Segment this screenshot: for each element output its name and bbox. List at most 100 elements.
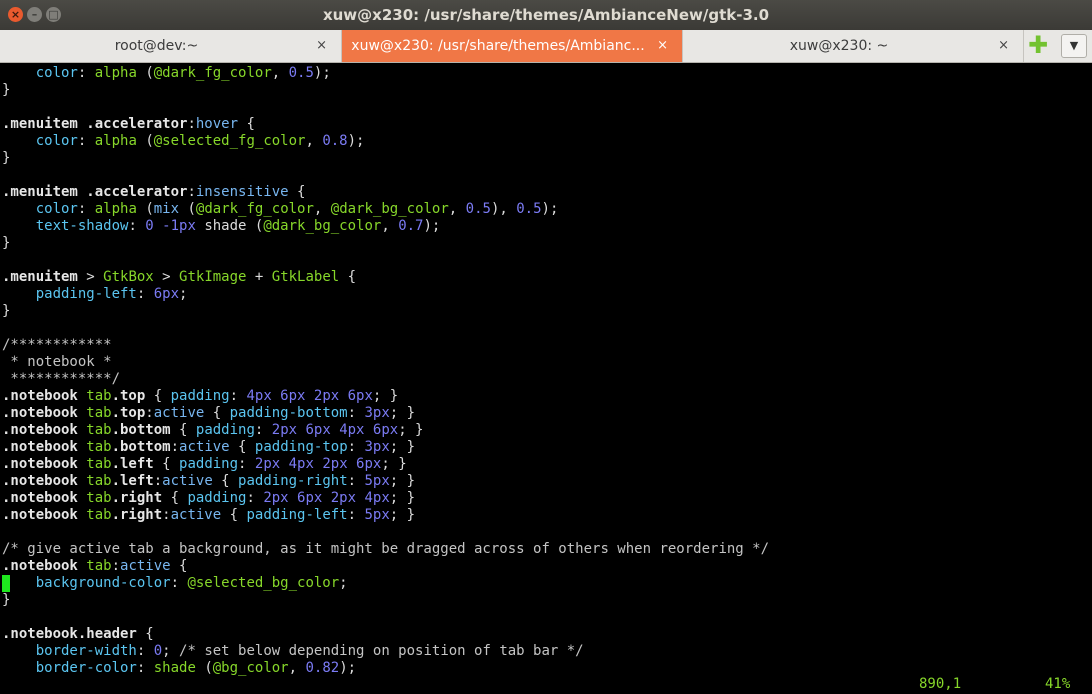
- code-token: padding: [195, 422, 255, 438]
- code-token: .bottom: [111, 422, 171, 438]
- code-token: shade (: [195, 218, 264, 234]
- code-token: 4px 6px 2px 6px: [246, 388, 373, 404]
- tab-root-dev[interactable]: root@dev:~ ×: [0, 30, 342, 62]
- tab-close-icon[interactable]: ×: [998, 30, 1009, 62]
- code-token: );: [313, 65, 331, 81]
- code-token: ,: [313, 201, 331, 217]
- code-line: .notebook tab.left { padding: 2px 4px 2p…: [2, 456, 407, 473]
- code-token: :: [128, 218, 146, 234]
- code-token: tab: [77, 473, 112, 489]
- code-token: }: [2, 82, 11, 98]
- code-token: active: [120, 558, 171, 574]
- code-token: GtkImage: [179, 269, 247, 285]
- code-token: @dark_fg_color: [153, 65, 272, 81]
- code-token: :: [170, 575, 188, 591]
- code-token: ************/: [2, 371, 121, 387]
- code-token: 3px: [364, 405, 390, 421]
- code-token: :: [111, 558, 121, 574]
- code-token: :: [229, 388, 247, 404]
- tab-menu-chevron-down-icon[interactable]: ▼: [1061, 34, 1087, 58]
- code-token: :: [77, 65, 95, 81]
- code-token: ; }: [389, 473, 416, 489]
- code-token: .notebook: [2, 388, 78, 404]
- code-token: ; }: [389, 490, 416, 506]
- code-line: .notebook tab.top { padding: 4px 6px 2px…: [2, 388, 398, 405]
- code-token: :: [153, 473, 163, 489]
- code-token: >: [77, 269, 104, 285]
- code-token: .menuitem .accelerator: [2, 184, 188, 200]
- tab-label: root@dev:~: [114, 38, 199, 54]
- code-token: .notebook.header: [2, 626, 137, 642]
- code-token: .notebook: [2, 439, 78, 455]
- code-token: (: [136, 201, 154, 217]
- code-token: padding: [170, 388, 230, 404]
- code-token: background-color: [35, 575, 171, 591]
- code-line: }: [2, 303, 10, 320]
- code-token: }: [2, 235, 11, 251]
- code-token: padding-bottom: [229, 405, 348, 421]
- code-line: }: [2, 150, 10, 167]
- code-token: }: [2, 592, 11, 608]
- code-token: (: [179, 201, 196, 217]
- code-token: .notebook: [2, 558, 78, 574]
- code-token: .right: [111, 490, 163, 506]
- code-line: color: alpha (@selected_fg_color, 0.8);: [2, 133, 365, 150]
- code-token: :: [145, 405, 154, 421]
- code-token: tab: [77, 490, 112, 506]
- code-token: {: [238, 116, 255, 132]
- code-token: }: [2, 150, 11, 166]
- code-token: (: [136, 133, 154, 149]
- code-token: .menuitem .accelerator: [2, 116, 188, 132]
- code-token: border-width: [35, 643, 137, 659]
- code-line: background-color: @selected_bg_color;: [2, 575, 348, 592]
- code-token: ; }: [389, 507, 416, 523]
- code-token: 0.82: [305, 660, 340, 676]
- code-token: .right: [111, 507, 163, 523]
- code-line: .notebook tab.bottom { padding: 2px 6px …: [2, 422, 424, 439]
- code-token: alpha: [94, 201, 137, 217]
- code-token: padding-left: [246, 507, 348, 523]
- code-token: .left: [111, 456, 154, 472]
- cursor-position: 890,1: [919, 676, 962, 692]
- code-token: ,: [305, 133, 323, 149]
- code-token: ,: [448, 201, 466, 217]
- code-token: {: [212, 473, 239, 489]
- code-token: ;: [179, 286, 188, 302]
- code-token: color: [35, 201, 78, 217]
- tab-close-icon[interactable]: ×: [657, 30, 668, 62]
- code-token: :: [77, 133, 95, 149]
- tab-label: xuw@x230: ~: [789, 38, 889, 54]
- code-token: 0.5: [516, 201, 542, 217]
- code-token: {: [204, 405, 230, 421]
- code-token: ; }: [389, 405, 416, 421]
- tab-close-icon[interactable]: ×: [316, 30, 327, 62]
- code-token: -1px: [162, 218, 196, 234]
- code-token: 2px 6px 4px 6px: [271, 422, 399, 438]
- new-tab-plus-icon[interactable]: ✚: [1026, 33, 1050, 58]
- code-token: {: [221, 507, 247, 523]
- window-title: xuw@x230: /usr/share/themes/AmbianceNew/…: [322, 6, 770, 24]
- code-token: 6px: [153, 286, 180, 302]
- code-token: ; }: [389, 439, 416, 455]
- code-token: border-color: [35, 660, 137, 676]
- code-token: 0: [145, 218, 154, 234]
- tab-home[interactable]: xuw@x230: ~ ×: [683, 30, 1024, 62]
- code-token: alpha: [94, 133, 137, 149]
- code-token: :: [246, 490, 264, 506]
- code-token: active: [179, 439, 230, 455]
- code-token: :: [187, 116, 196, 132]
- code-line: .notebook tab:active {: [2, 558, 187, 575]
- code-token: /* set below depending on position of ta…: [179, 643, 584, 659]
- terminal-viewport[interactable]: color: alpha ( @dark_fg_color, 0.5);} .men…: [0, 63, 1092, 694]
- code-token: padding-left: [35, 286, 137, 302]
- code-token: :: [77, 201, 95, 217]
- code-token: {: [162, 490, 188, 506]
- tab-gtk-theme[interactable]: xuw@x230: /usr/share/themes/Ambianc... ×: [342, 30, 683, 62]
- code-token: active: [170, 507, 222, 523]
- code-token: );: [541, 201, 559, 217]
- code-token: {: [170, 422, 196, 438]
- code-token: :: [347, 507, 365, 523]
- code-token: {: [145, 388, 171, 404]
- code-line: .menuitem > GtkBox > GtkImage + GtkLabel…: [2, 269, 356, 286]
